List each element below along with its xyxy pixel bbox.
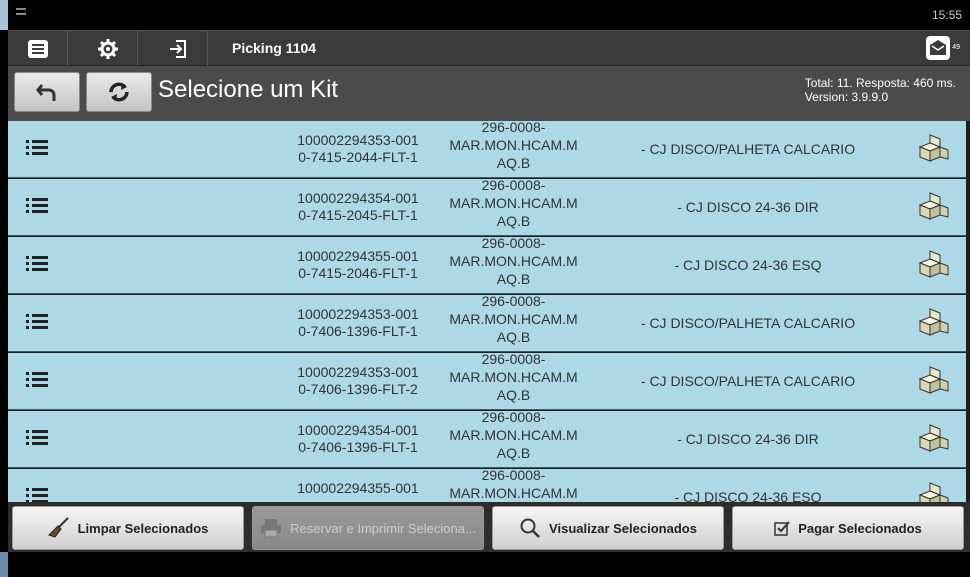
reserve-print-label: Reservar e Imprimir Seleciona... [290, 520, 476, 536]
login-icon [169, 39, 186, 58]
app-toolbar: Picking 1104 49 [8, 30, 970, 66]
boxes-icon[interactable] [918, 481, 950, 502]
notification-icon [16, 8, 26, 15]
kit-reference: 296-0008- MAR.MON.HCAM.M AQ.B [449, 235, 578, 287]
printer-icon [261, 519, 282, 538]
clock: 15:55 [931, 8, 962, 22]
kit-reference: 296-0008- MAR.MON.HCAM.M AQ.B [449, 121, 578, 171]
pay-selected-label: Pagar Selecionados [798, 520, 922, 536]
kit-code: 100002294355-001 [297, 480, 419, 496]
kit-description: - CJ DISCO/PALHETA CALCARIO [640, 373, 856, 389]
broom-icon [47, 517, 69, 538]
kit-code: 100002294354-001 0-7415-2045-FLT-1 [297, 190, 419, 223]
clear-selected-label: Limpar Selecionados [77, 520, 209, 536]
clear-selected-button[interactable]: Limpar Selecionados [12, 506, 244, 550]
action-bar: Limpar Selecionados Reservar e Imprimir … [8, 502, 970, 552]
list-icon[interactable] [26, 371, 48, 389]
kit-code: 100002294354-001 0-7406-1396-FLT-1 [297, 422, 419, 455]
kit-code: 100002294353-001 0-7406-1396-FLT-1 [297, 306, 419, 339]
kit-code: 100002294353-001 0-7406-1396-FLT-2 [297, 364, 419, 397]
kit-description: - CJ DISCO 24-36 ESQ [674, 257, 822, 273]
kit-description: - CJ DISCO/PALHETA CALCARIO [640, 141, 856, 157]
kit-description: - CJ DISCO 24-36 DIR [677, 199, 819, 215]
boxes-icon[interactable] [918, 191, 950, 223]
list-item[interactable]: 100002294353-001 0-7415-2044-FLT-1 296-00… [8, 121, 966, 178]
page-title: Selecione um Kit [158, 76, 339, 103]
list-item[interactable]: 100002294353-001 0-7406-1396-FLT-2 296-00… [8, 351, 966, 410]
list-item[interactable]: 100002294354-001 0-7415-2045-FLT-1 296-00… [8, 177, 966, 236]
response-total: Total: 11. Resposta: 460 ms. [804, 76, 956, 90]
list-icon[interactable] [26, 255, 48, 273]
menu-button[interactable] [8, 31, 68, 66]
kit-description: - CJ DISCO/PALHETA CALCARIO [640, 315, 856, 331]
list-item[interactable]: 100002294353-001 0-7406-1396-FLT-1 296-00… [8, 293, 966, 352]
page-header: Selecione um Kit Total: 11. Resposta: 46… [8, 66, 970, 121]
mail-count-badge: 49 [952, 44, 960, 51]
boxes-icon[interactable] [918, 307, 950, 339]
kit-reference: 296-0008- MAR.MON.HCAM.M [449, 467, 578, 501]
system-status-bar: 15:55 [0, 0, 970, 30]
reserve-print-button[interactable]: Reservar e Imprimir Seleciona... [252, 506, 484, 550]
list-icon[interactable] [26, 197, 48, 215]
system-navigation-bar [0, 552, 970, 577]
kit-reference: 296-0008- MAR.MON.HCAM.M AQ.B [449, 351, 578, 403]
list-icon[interactable] [26, 429, 48, 447]
search-icon [520, 518, 540, 538]
kit-code: 100002294353-001 0-7415-2044-FLT-1 [297, 132, 419, 165]
back-button[interactable] [14, 72, 80, 112]
settings-button[interactable] [78, 31, 138, 66]
messages-button[interactable]: 49 [920, 36, 960, 62]
refresh-icon [109, 82, 129, 102]
kit-description: - CJ DISCO 24-36 DIR [677, 431, 819, 447]
undo-icon [36, 84, 56, 101]
list-icon[interactable] [26, 313, 48, 331]
kit-description: - CJ DISCO 24-36 ESQ [674, 489, 822, 502]
view-selected-button[interactable]: Visualizar Selecionados [492, 506, 724, 550]
list-icon[interactable] [26, 487, 48, 502]
menu-icon [27, 39, 48, 58]
pay-selected-button[interactable]: Pagar Selecionados [732, 506, 964, 550]
refresh-button[interactable] [86, 72, 152, 112]
boxes-icon[interactable] [918, 365, 950, 397]
response-info: Total: 11. Resposta: 460 ms. Version: 3.… [805, 76, 956, 104]
list-item[interactable]: 100002294355-001 0-7415-2046-FLT-1 296-00… [8, 235, 966, 294]
list-item[interactable]: 100002294355-001 296-0008- MAR.MON.HCAM.M… [8, 467, 966, 502]
app-title: Picking 1104 [232, 40, 317, 56]
app-version: Version: 3.9.9.0 [804, 90, 889, 104]
view-selected-label: Visualizar Selecionados [549, 520, 697, 536]
login-button[interactable] [148, 31, 208, 66]
boxes-icon[interactable] [918, 423, 950, 455]
mail-icon [926, 36, 950, 60]
checkbox-icon [774, 521, 790, 536]
kit-reference: 296-0008- MAR.MON.HCAM.M AQ.B [449, 293, 578, 345]
list-item[interactable]: 100002294354-001 0-7406-1396-FLT-1 296-00… [8, 409, 966, 468]
boxes-icon[interactable] [918, 133, 950, 165]
boxes-icon[interactable] [918, 249, 950, 281]
kit-reference: 296-0008- MAR.MON.HCAM.M AQ.B [449, 177, 578, 229]
kit-reference: 296-0008- MAR.MON.HCAM.M AQ.B [449, 409, 578, 461]
gear-icon [97, 38, 118, 59]
list-icon[interactable] [26, 139, 48, 157]
kit-code: 100002294355-001 0-7415-2046-FLT-1 [297, 248, 419, 281]
kit-list[interactable]: 100002294353-001 0-7415-2044-FLT-1 296-00… [8, 121, 970, 502]
